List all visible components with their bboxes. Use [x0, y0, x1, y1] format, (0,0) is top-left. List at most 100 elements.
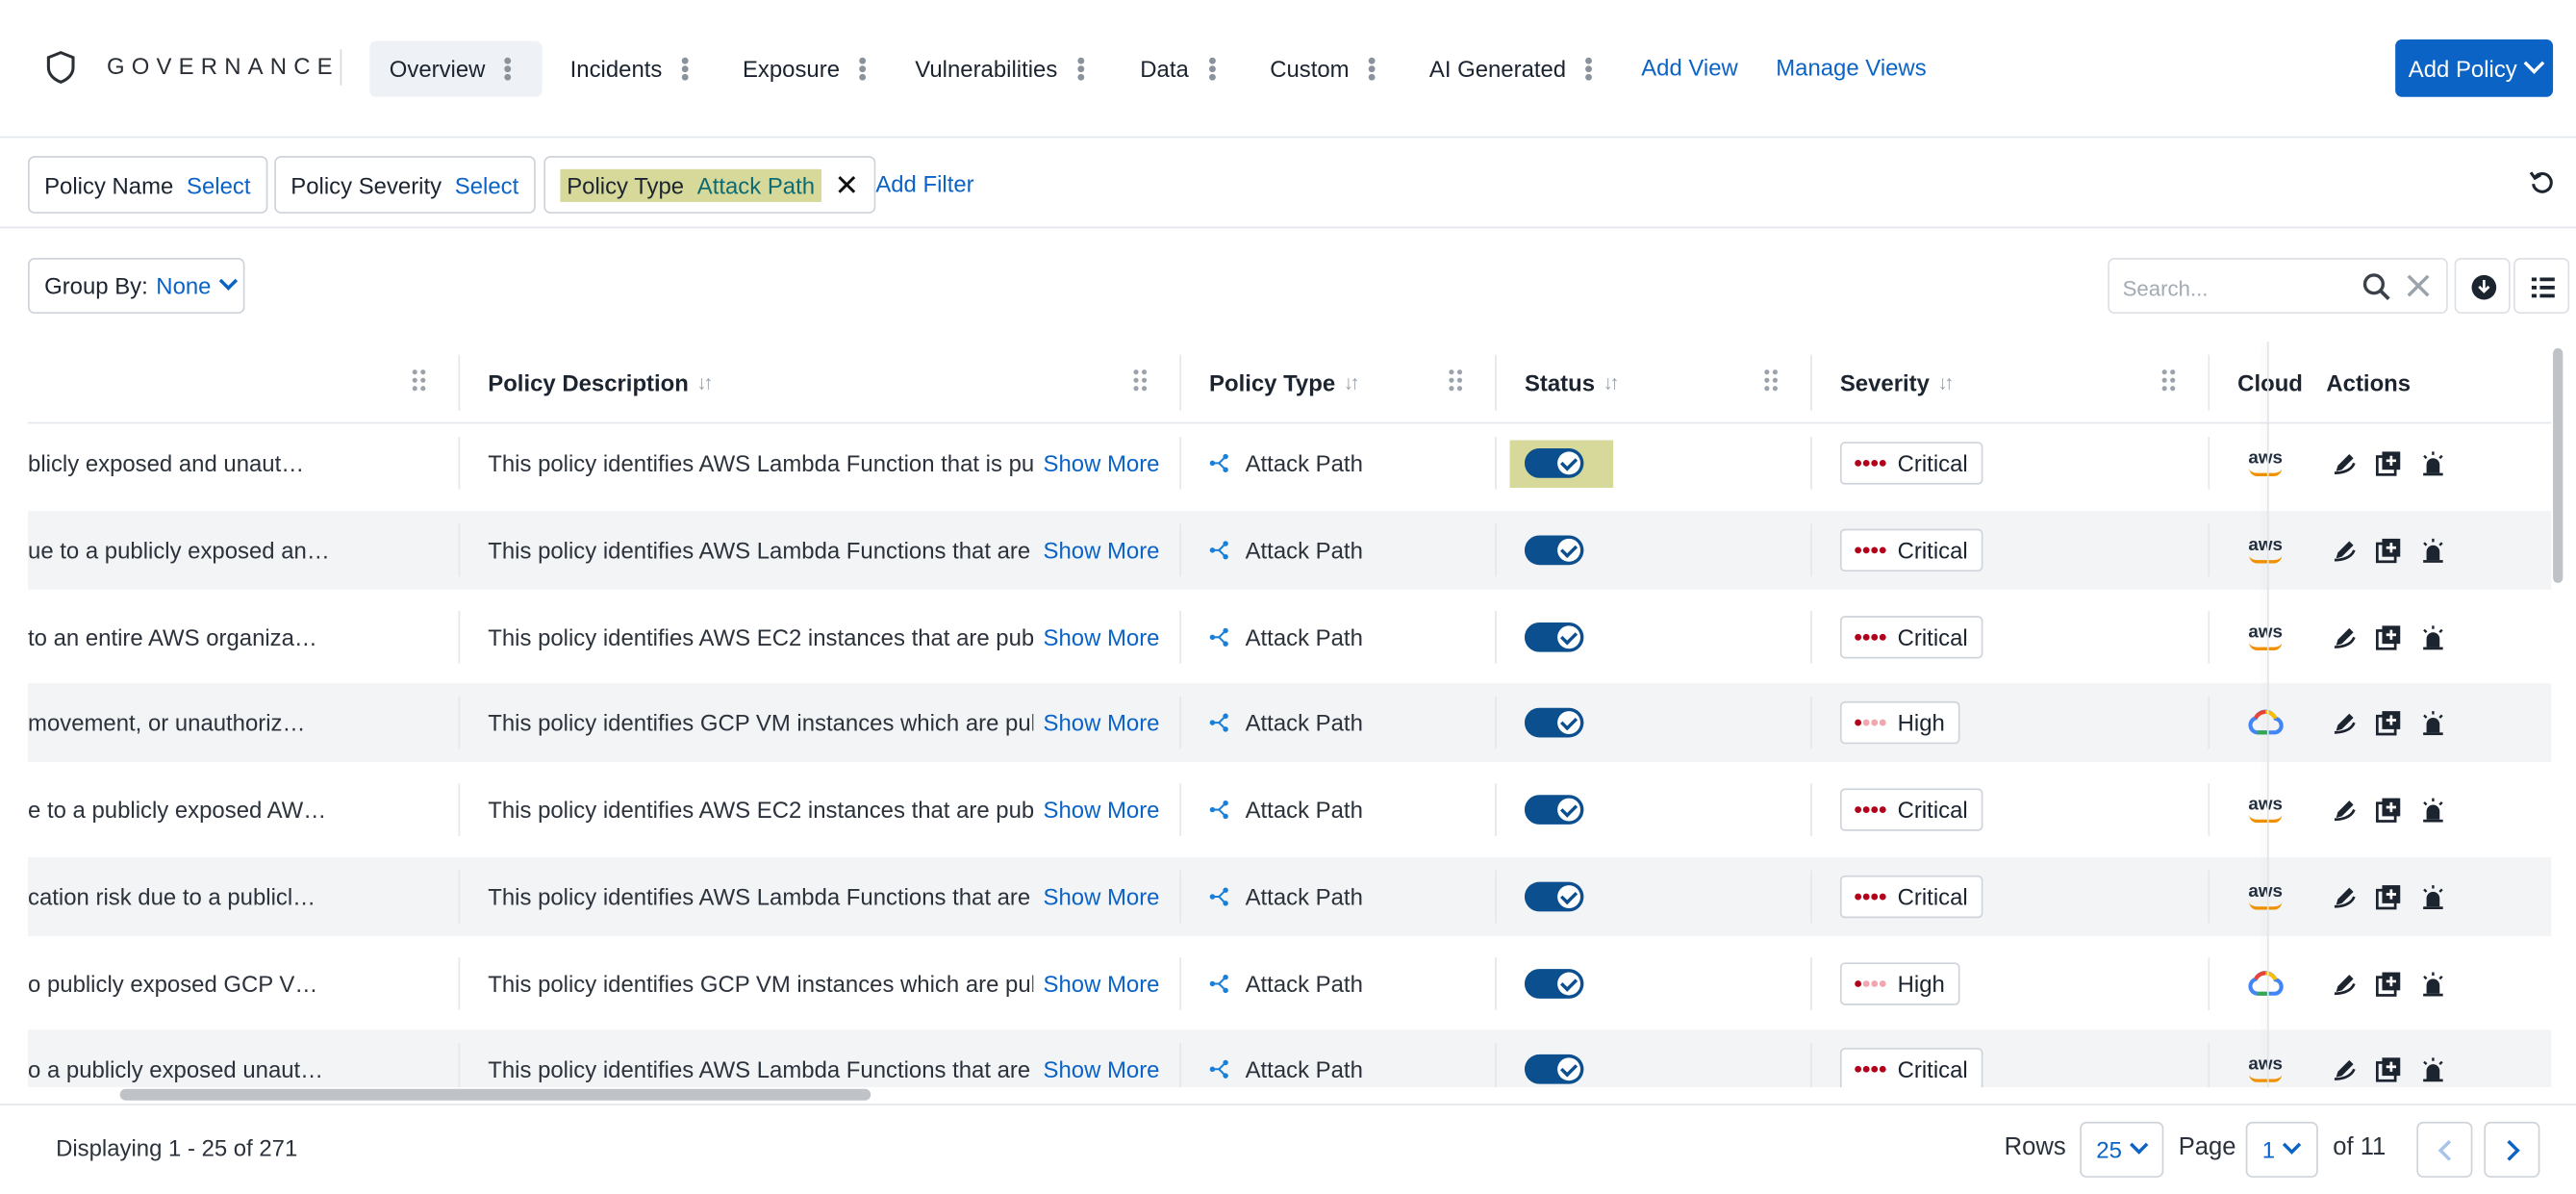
alert-rule-icon[interactable] — [2420, 624, 2446, 650]
tab-data[interactable]: Data — [1121, 41, 1222, 97]
drag-handle-icon[interactable] — [412, 368, 429, 394]
table-row[interactable]: blicly exposed and unaut… This policy ide… — [28, 423, 2551, 502]
alert-rule-icon[interactable] — [2420, 1056, 2446, 1082]
table-row[interactable]: e to a publicly exposed AW… This policy i… — [28, 771, 2551, 850]
edit-icon[interactable] — [2332, 883, 2358, 909]
table-row[interactable]: ue to a publicly exposed an… This policy … — [28, 510, 2552, 590]
table-row[interactable]: o publicly exposed GCP V… This policy ide… — [28, 945, 2551, 1024]
clone-icon[interactable] — [2375, 537, 2402, 564]
clone-icon[interactable] — [2375, 883, 2402, 910]
drag-handle-icon[interactable] — [1449, 368, 1465, 394]
drag-handle-icon[interactable] — [1133, 368, 1149, 394]
add-filter-link[interactable]: Add Filter — [875, 171, 973, 197]
status-toggle[interactable] — [1524, 707, 1584, 738]
kebab-icon[interactable] — [1071, 56, 1090, 82]
policy-name-cell[interactable]: o a publicly exposed unaut… — [28, 1029, 447, 1087]
alert-rule-icon[interactable] — [2420, 971, 2446, 997]
clone-icon[interactable] — [2375, 624, 2402, 650]
column-header-status[interactable]: Status ↓↑ — [1525, 342, 1620, 423]
show-more-link[interactable]: Show More — [1044, 771, 1175, 850]
tab-vulnerabilities[interactable]: Vulnerabilities — [896, 41, 1091, 97]
previous-page-button[interactable] — [2416, 1121, 2473, 1178]
horizontal-scrollbar[interactable] — [119, 1088, 871, 1101]
show-more-link[interactable]: Show More — [1044, 1029, 1175, 1087]
sort-icon[interactable]: ↓↑ — [1604, 371, 1620, 394]
edit-icon[interactable] — [2332, 797, 2358, 823]
edit-icon[interactable] — [2332, 971, 2358, 997]
edit-icon[interactable] — [2332, 537, 2358, 563]
rows-per-page-select[interactable]: 25 — [2080, 1121, 2164, 1178]
close-icon[interactable] — [2405, 272, 2431, 298]
search-icon[interactable] — [2362, 272, 2390, 301]
alert-rule-icon[interactable] — [2420, 797, 2446, 823]
kebab-icon[interactable] — [498, 56, 518, 82]
reset-icon[interactable] — [2528, 169, 2554, 195]
next-page-button[interactable] — [2484, 1121, 2540, 1178]
tab-overview[interactable]: Overview — [369, 40, 543, 97]
show-more-link[interactable]: Show More — [1044, 511, 1175, 590]
download-button[interactable] — [2454, 258, 2511, 315]
filter-policy-severity[interactable]: Policy Severity Select — [274, 156, 536, 214]
kebab-icon[interactable] — [853, 56, 872, 82]
policy-name-cell[interactable]: e to a publicly exposed AW… — [28, 771, 447, 850]
tab-exposure[interactable]: Exposure — [722, 41, 872, 97]
status-toggle[interactable] — [1524, 448, 1584, 478]
drag-handle-icon[interactable] — [1764, 368, 1780, 394]
manage-views-link[interactable]: Manage Views — [1776, 54, 1926, 80]
column-settings-button[interactable] — [2513, 258, 2570, 315]
alert-rule-icon[interactable] — [2420, 883, 2446, 910]
policy-name-cell[interactable]: ue to a publicly exposed an… — [28, 511, 447, 590]
filter-policy-name[interactable]: Policy Name Select — [28, 156, 267, 214]
column-header-cloud[interactable]: Cloud — [2237, 342, 2303, 423]
vertical-scrollbar[interactable] — [2553, 347, 2563, 583]
tab-custom[interactable]: Custom — [1250, 41, 1382, 97]
edit-icon[interactable] — [2332, 709, 2358, 735]
column-header-severity[interactable]: Severity ↓↑ — [1840, 342, 1955, 423]
add-view-link[interactable]: Add View — [1641, 54, 1738, 80]
show-more-link[interactable]: Show More — [1044, 683, 1175, 762]
drag-handle-icon[interactable] — [2161, 368, 2179, 394]
policy-name-cell[interactable]: cation risk due to a publicl… — [28, 857, 447, 936]
alert-rule-icon[interactable] — [2420, 450, 2446, 476]
kebab-icon[interactable] — [675, 56, 695, 82]
kebab-icon[interactable] — [1579, 56, 1599, 82]
search-input[interactable] — [2122, 270, 2353, 304]
add-policy-button[interactable]: Add Policy — [2395, 38, 2554, 97]
policy-name-cell[interactable]: to an entire AWS organiza… — [28, 597, 447, 676]
clone-icon[interactable] — [2375, 971, 2402, 997]
filter-policy-type[interactable]: Policy Type Attack Path ✕ — [543, 156, 876, 214]
tab-ai-generated[interactable]: AI Generated — [1409, 41, 1599, 97]
status-toggle[interactable] — [1524, 622, 1584, 652]
group-by-dropdown[interactable]: Group By: None — [28, 258, 245, 315]
kebab-icon[interactable] — [1201, 56, 1221, 82]
column-header-type[interactable]: Policy Type ↓↑ — [1209, 342, 1360, 423]
kebab-icon[interactable] — [1362, 56, 1381, 82]
sort-icon[interactable]: ↓↑ — [1937, 371, 1954, 394]
clone-icon[interactable] — [2375, 797, 2402, 823]
policy-name-cell[interactable]: o publicly exposed GCP V… — [28, 945, 447, 1024]
status-toggle[interactable] — [1524, 1054, 1584, 1084]
sort-icon[interactable]: ↓↑ — [1344, 371, 1360, 394]
alert-rule-icon[interactable] — [2420, 709, 2446, 736]
edit-icon[interactable] — [2332, 1056, 2358, 1082]
status-toggle[interactable] — [1524, 881, 1584, 912]
status-toggle[interactable] — [1524, 795, 1584, 825]
close-icon[interactable]: ✕ — [835, 170, 860, 200]
table-row[interactable]: to an entire AWS organiza… This policy id… — [28, 597, 2551, 676]
clone-icon[interactable] — [2375, 450, 2402, 476]
status-toggle[interactable] — [1524, 535, 1584, 566]
clone-icon[interactable] — [2375, 1056, 2402, 1082]
status-toggle[interactable] — [1524, 969, 1584, 999]
table-row[interactable]: cation risk due to a publicl… This policy… — [28, 857, 2552, 937]
column-header-description[interactable]: Policy Description ↓↑ — [488, 342, 713, 423]
clone-icon[interactable] — [2375, 709, 2402, 736]
table-row[interactable]: o a publicly exposed unaut… This policy i… — [28, 1029, 2552, 1088]
sort-icon[interactable]: ↓↑ — [696, 371, 713, 394]
show-more-link[interactable]: Show More — [1044, 423, 1175, 502]
edit-icon[interactable] — [2332, 624, 2358, 650]
show-more-link[interactable]: Show More — [1044, 597, 1175, 676]
table-row[interactable]: movement, or unauthoriz… This policy iden… — [28, 683, 2552, 763]
policy-name-cell[interactable]: movement, or unauthoriz… — [28, 683, 447, 762]
page-select[interactable]: 1 — [2245, 1121, 2318, 1178]
alert-rule-icon[interactable] — [2420, 537, 2446, 563]
